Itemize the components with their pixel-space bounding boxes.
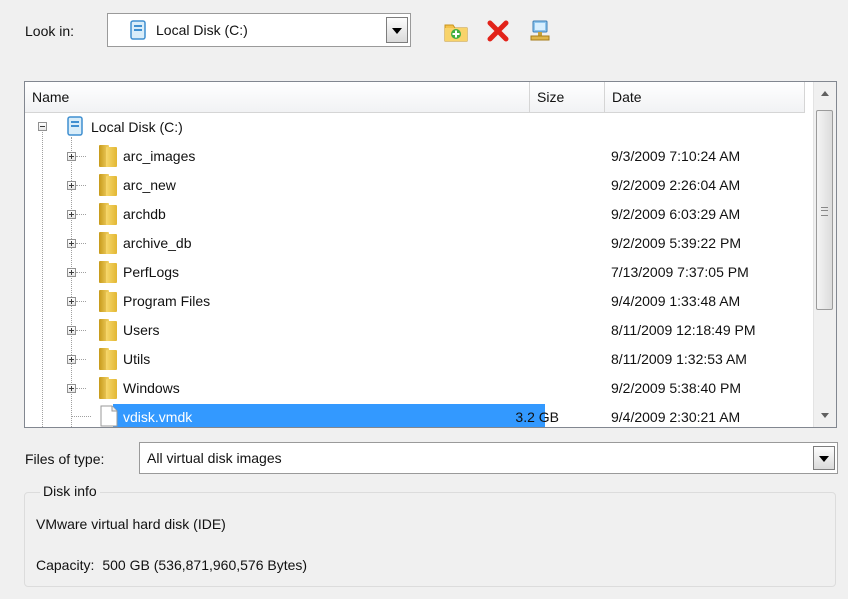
list-item[interactable]: arc_images 9/3/2009 7:10:24 AM xyxy=(25,142,815,171)
file-rows: Local Disk (C:) arc_images 9/3/2009 7:10… xyxy=(25,113,815,427)
folder-icon xyxy=(99,145,117,167)
list-item[interactable]: arc_new 9/2/2009 2:26:04 AM xyxy=(25,171,815,200)
look-in-value: Local Disk (C:) xyxy=(156,22,248,38)
column-header-size[interactable]: Size xyxy=(530,82,605,112)
folder-icon xyxy=(99,319,117,341)
expand-icon[interactable] xyxy=(67,384,76,393)
list-item[interactable]: Program Files 9/4/2009 1:33:48 AM xyxy=(25,287,815,316)
expand-icon[interactable] xyxy=(67,210,76,219)
tree-root-label: Local Disk (C:) xyxy=(91,119,183,135)
folder-icon xyxy=(99,377,117,399)
folder-icon xyxy=(99,290,117,312)
look-in-combobox[interactable]: Local Disk (C:) xyxy=(107,13,411,47)
scroll-up-icon[interactable] xyxy=(814,82,836,106)
list-item[interactable]: Users 8/11/2009 12:18:49 PM xyxy=(25,316,815,345)
files-of-type-combobox[interactable]: All virtual disk images xyxy=(139,442,838,474)
disk-description: VMware virtual hard disk (IDE) xyxy=(36,516,226,532)
expand-icon[interactable] xyxy=(67,239,76,248)
expand-icon[interactable] xyxy=(67,297,76,306)
folder-icon xyxy=(99,203,117,225)
folder-icon xyxy=(99,232,117,254)
file-list[interactable]: Name Size Date Local Disk (C:) arc_image… xyxy=(24,81,837,428)
files-of-type-dropdown-button[interactable] xyxy=(813,446,835,470)
list-item-selected[interactable]: vdisk.vmdk 3.2 GB 9/4/2009 2:30:21 AM xyxy=(25,403,815,427)
expand-icon[interactable] xyxy=(67,355,76,364)
local-disk-icon xyxy=(128,20,148,43)
list-item[interactable]: Utils 8/11/2009 1:32:53 AM xyxy=(25,345,815,374)
folder-icon xyxy=(99,348,117,370)
disk-info-title: Disk info xyxy=(40,483,100,499)
capacity-label: Capacity: xyxy=(36,557,95,573)
expand-icon[interactable] xyxy=(67,181,76,190)
column-header-date[interactable]: Date xyxy=(605,82,805,112)
files-of-type-label: Files of type: xyxy=(25,451,105,467)
delete-icon[interactable] xyxy=(485,18,511,44)
list-item[interactable]: archdb 9/2/2009 6:03:29 AM xyxy=(25,200,815,229)
scroll-thumb[interactable] xyxy=(816,110,833,310)
list-item[interactable]: PerfLogs 7/13/2009 7:37:05 PM xyxy=(25,258,815,287)
disk-capacity: Capacity: 500 GB (536,871,960,576 Bytes) xyxy=(36,557,307,573)
list-item[interactable]: archive_db 9/2/2009 5:39:22 PM xyxy=(25,229,815,258)
expand-icon[interactable] xyxy=(67,268,76,277)
local-disk-icon xyxy=(65,116,85,139)
collapse-icon[interactable] xyxy=(38,122,47,131)
file-icon xyxy=(100,405,118,427)
folder-icon xyxy=(99,261,117,283)
new-folder-icon[interactable] xyxy=(443,18,469,44)
column-header-name[interactable]: Name xyxy=(25,82,530,112)
capacity-value: 500 GB (536,871,960,576 Bytes) xyxy=(102,557,308,573)
vertical-scrollbar[interactable] xyxy=(813,82,836,427)
scroll-down-icon[interactable] xyxy=(814,403,836,427)
network-drive-icon[interactable] xyxy=(527,18,553,44)
expand-icon[interactable] xyxy=(67,152,76,161)
expand-icon[interactable] xyxy=(67,326,76,335)
list-item[interactable]: Windows 9/2/2009 5:38:40 PM xyxy=(25,374,815,403)
list-header: Name Size Date xyxy=(25,82,805,113)
look-in-dropdown-button[interactable] xyxy=(386,17,408,43)
look-in-label: Look in: xyxy=(25,23,75,39)
tree-root-row[interactable]: Local Disk (C:) xyxy=(25,113,815,142)
files-of-type-value: All virtual disk images xyxy=(147,450,282,466)
folder-icon xyxy=(99,174,117,196)
